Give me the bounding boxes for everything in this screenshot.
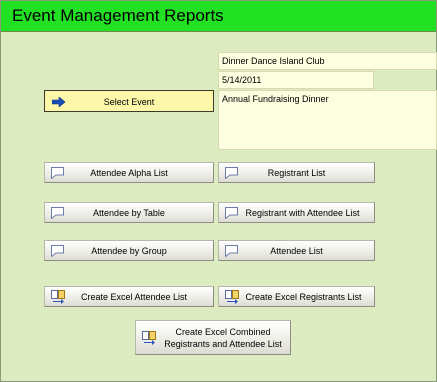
attendee-by-table-button[interactable]: Attendee by Table (44, 202, 214, 223)
attendee-list-button[interactable]: Attendee List (218, 240, 375, 261)
attendee-by-group-button[interactable]: Attendee by Group (44, 240, 214, 261)
event-description-field[interactable]: Annual Fundraising Dinner (218, 90, 437, 150)
attendee-alpha-list-label: Attendee Alpha List (90, 168, 168, 178)
attendee-by-group-label: Attendee by Group (91, 246, 167, 256)
create-excel-registrants-list-label: Create Excel Registrants List (245, 292, 362, 302)
attendee-list-label: Attendee List (270, 246, 323, 256)
create-excel-registrants-list-button[interactable]: Create Excel Registrants List (218, 286, 375, 307)
attendee-by-table-label: Attendee by Table (93, 208, 165, 218)
registrant-list-label: Registrant List (267, 168, 326, 178)
registrant-with-attendee-list-label: Registrant with Attendee List (245, 208, 360, 218)
create-excel-combined-label-line2: Registrants and Attendee List (164, 339, 282, 349)
header-bar: Event Management Reports (1, 1, 436, 32)
attendee-alpha-list-button[interactable]: Attendee Alpha List (44, 162, 214, 183)
create-excel-attendee-list-button[interactable]: Create Excel Attendee List (44, 286, 214, 307)
select-event-button[interactable]: Select Event (44, 90, 214, 112)
event-date-field[interactable]: 5/14/2011 (218, 71, 374, 89)
create-excel-combined-button[interactable]: Create Excel Combined Registrants and At… (135, 320, 291, 355)
select-event-label: Select Event (103, 97, 155, 107)
club-name-field[interactable]: Dinner Dance Island Club (218, 52, 437, 70)
create-excel-combined-label-line1: Create Excel Combined (175, 327, 271, 337)
registrant-list-button[interactable]: Registrant List (218, 162, 375, 183)
registrant-with-attendee-list-button[interactable]: Registrant with Attendee List (218, 202, 375, 223)
page-title: Event Management Reports (12, 6, 224, 25)
create-excel-attendee-list-label: Create Excel Attendee List (80, 292, 188, 302)
